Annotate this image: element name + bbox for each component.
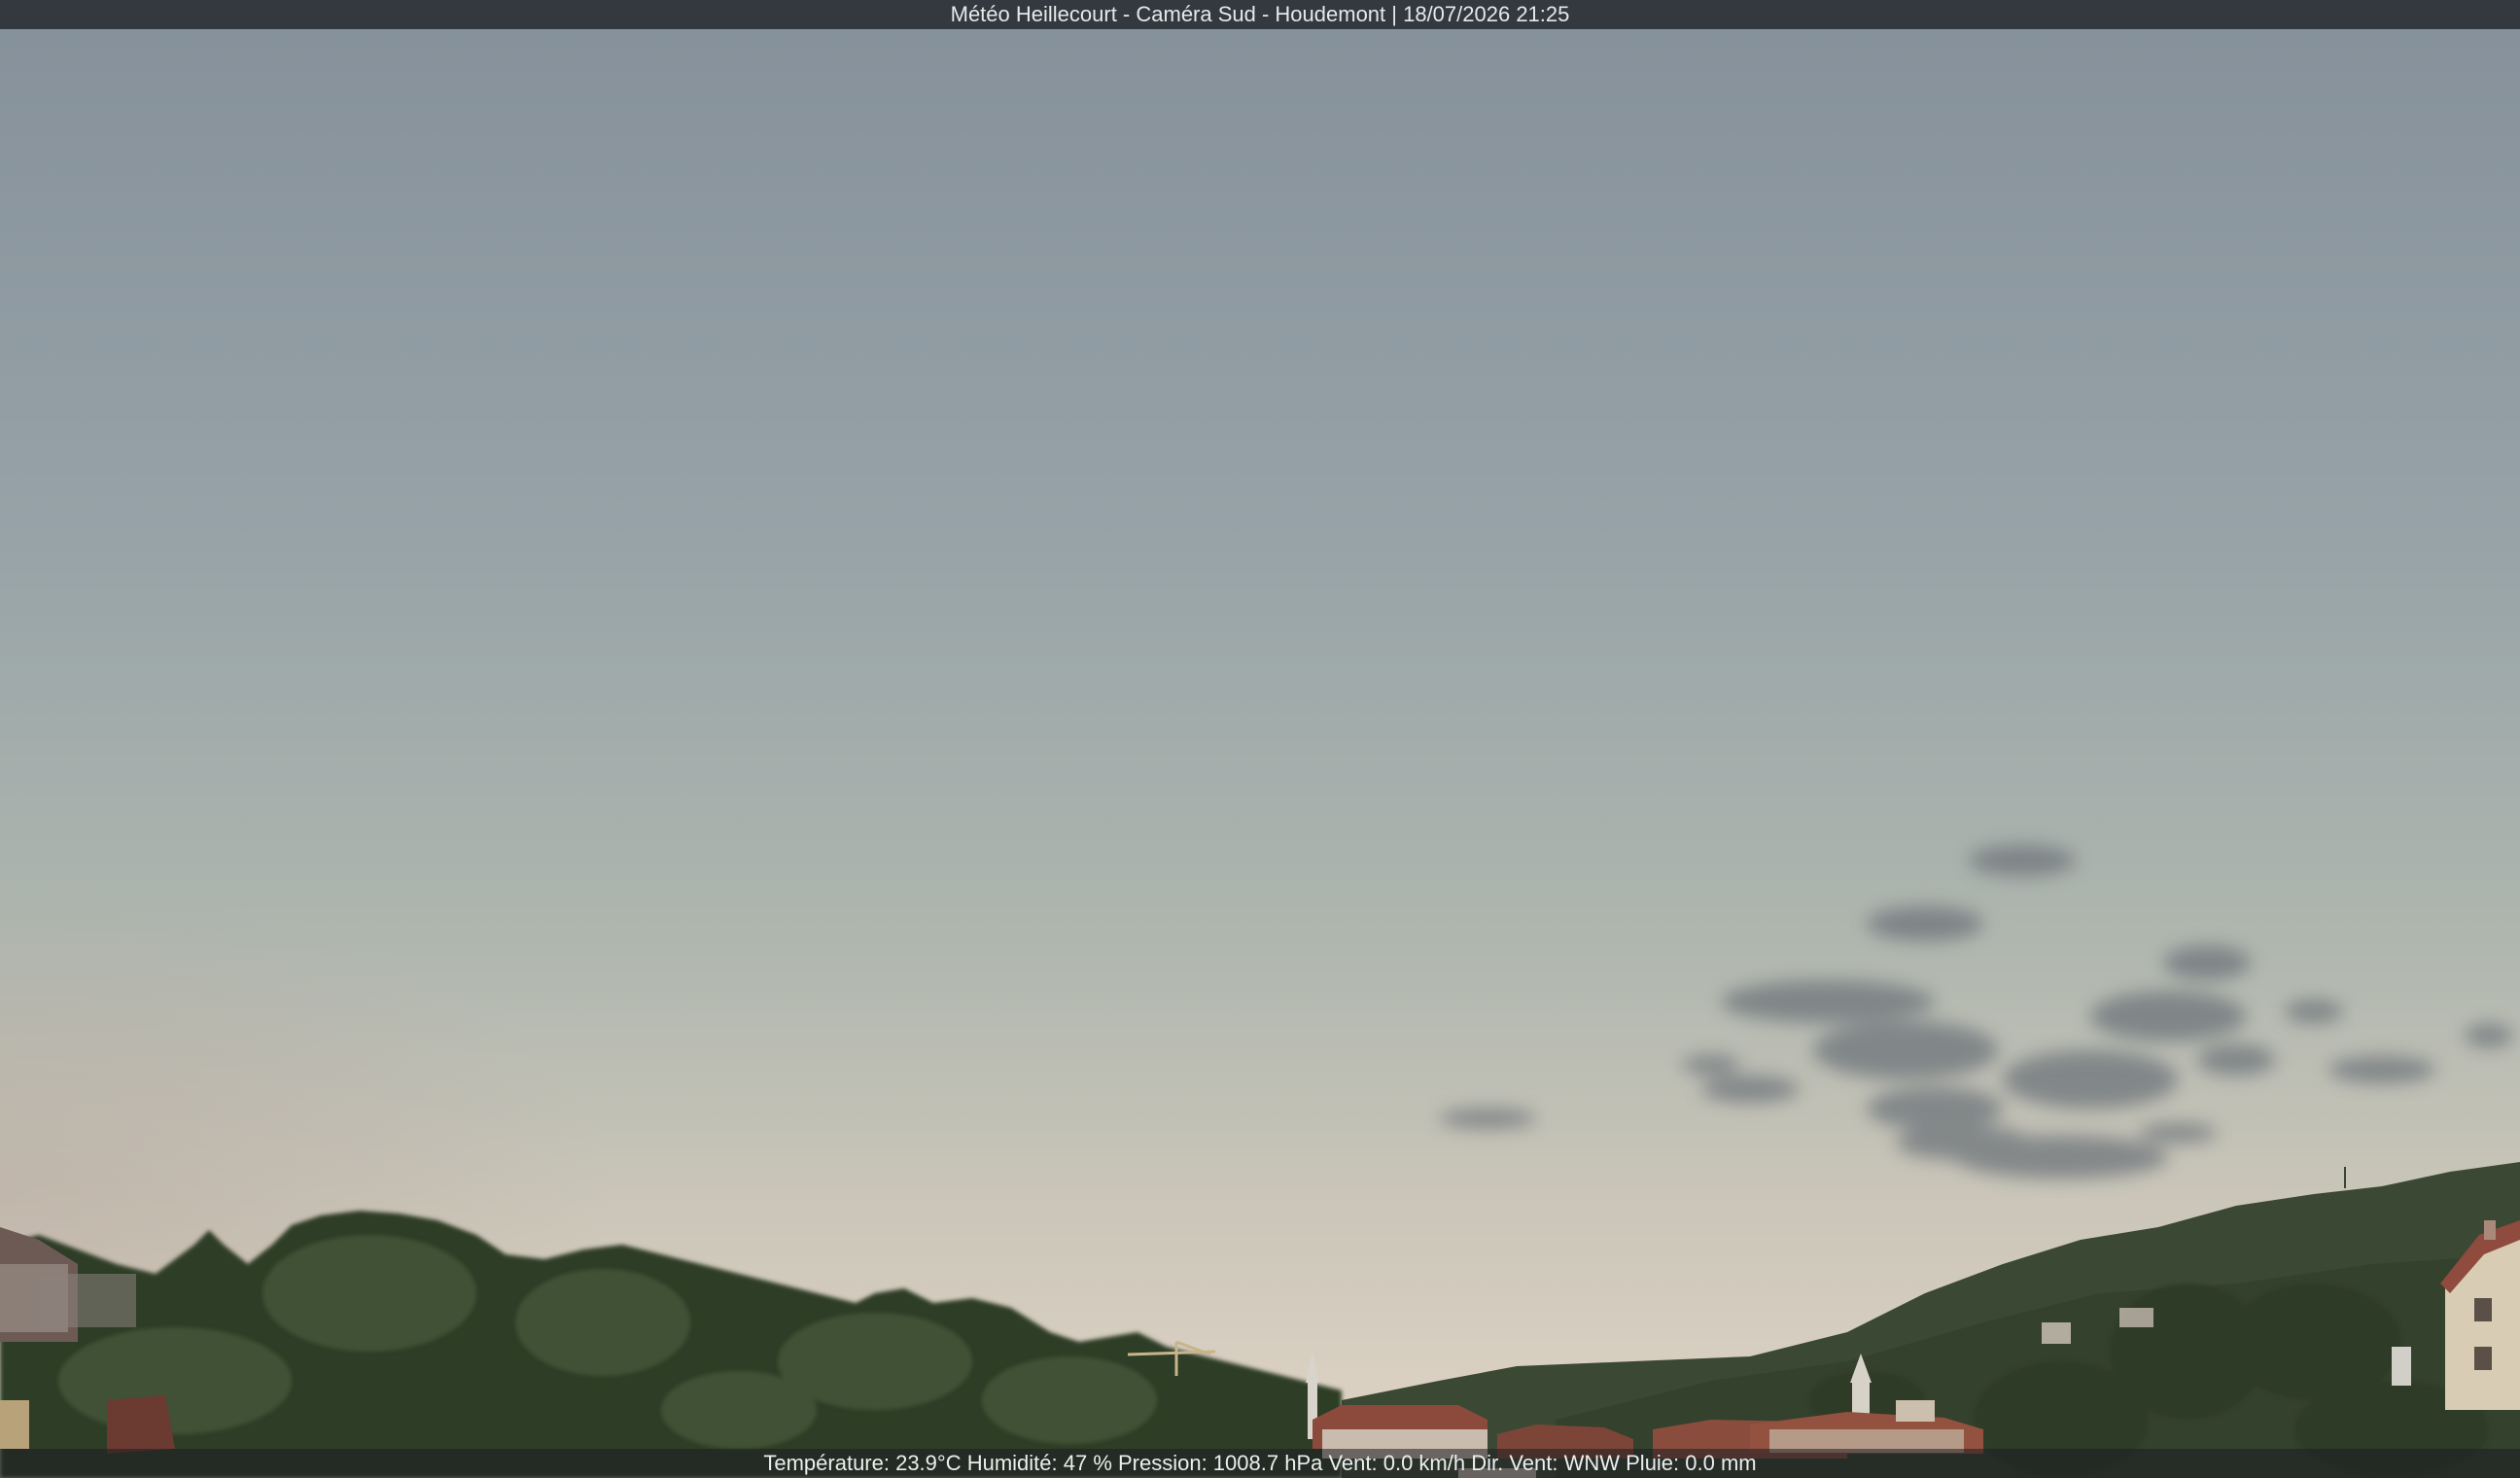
webcam-title-bar: Météo Heillecourt - Caméra Sud - Houdemo… (0, 0, 2520, 29)
weather-data-bar: Température: 23.9°C Humidité: 47 % Press… (0, 1449, 2520, 1478)
webcam-scene (0, 0, 2520, 1478)
webcam-frame: Météo Heillecourt - Caméra Sud - Houdemo… (0, 0, 2520, 1478)
